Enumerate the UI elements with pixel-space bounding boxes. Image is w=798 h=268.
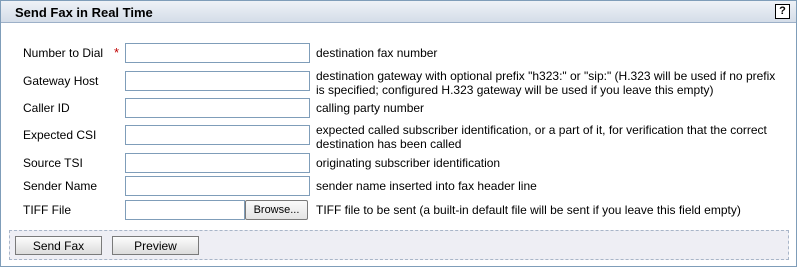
gateway-host-description: destination gateway with optional prefix… (316, 69, 776, 97)
source-tsi-description: originating subscriber identification (316, 156, 501, 170)
caller-id-description: calling party number (316, 101, 425, 115)
number-to-dial-input[interactable] (125, 43, 310, 63)
browse-button[interactable]: Browse... (245, 200, 308, 220)
gateway-host-label: Gateway Host (23, 74, 99, 88)
required-marker: * (114, 45, 120, 60)
send-fax-button[interactable]: Send Fax (15, 236, 102, 255)
panel-titlebar: Send Fax in Real Time ? (1, 1, 796, 23)
help-icon[interactable]: ? (775, 4, 790, 19)
source-tsi-row: Source TSI originating subscriber identi… (1, 153, 796, 173)
sender-name-row: Sender Name sender name inserted into fa… (1, 176, 796, 196)
expected-csi-row: Expected CSI expected called subscriber … (1, 123, 796, 151)
caller-id-row: Caller ID calling party number (1, 98, 796, 118)
action-bar: Send Fax Preview (9, 230, 789, 260)
tiff-file-row: TIFF File Browse... TIFF file to be sent… (1, 200, 796, 220)
caller-id-label: Caller ID (23, 101, 70, 115)
gateway-host-input[interactable] (125, 71, 310, 91)
expected-csi-input[interactable] (125, 125, 310, 145)
tiff-file-description: TIFF file to be sent (a built-in default… (316, 203, 741, 217)
source-tsi-label: Source TSI (23, 156, 83, 170)
expected-csi-description: expected called subscriber identificatio… (316, 123, 767, 151)
sender-name-input[interactable] (125, 176, 310, 196)
send-fax-panel: Send Fax in Real Time ? Number to Dial *… (0, 0, 797, 267)
expected-csi-label: Expected CSI (23, 128, 97, 142)
tiff-file-label: TIFF File (23, 203, 71, 217)
gateway-host-row: Gateway Host destination gateway with op… (1, 69, 796, 97)
tiff-file-input[interactable] (125, 200, 245, 220)
panel-title: Send Fax in Real Time (15, 5, 153, 20)
source-tsi-input[interactable] (125, 153, 310, 173)
caller-id-input[interactable] (125, 98, 310, 118)
number-to-dial-label: Number to Dial (23, 46, 104, 60)
preview-button[interactable]: Preview (112, 236, 199, 255)
number-to-dial-description: destination fax number (316, 46, 438, 60)
number-to-dial-row: Number to Dial * destination fax number (1, 43, 796, 63)
sender-name-description: sender name inserted into fax header lin… (316, 179, 537, 193)
sender-name-label: Sender Name (23, 179, 98, 193)
